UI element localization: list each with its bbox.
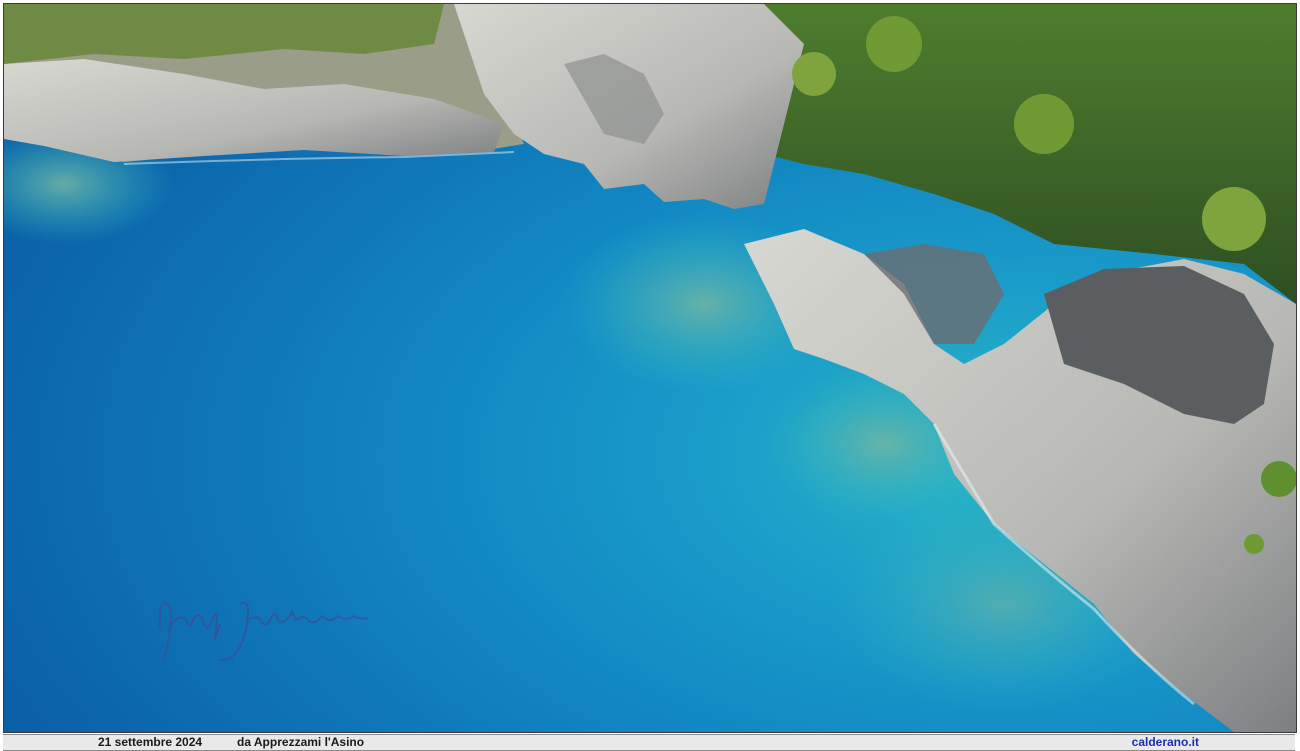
photo-frame [3, 3, 1297, 733]
caption-bar: 21 settembre 2024 da Apprezzami l'Asino … [3, 734, 1295, 751]
pine-tree [792, 52, 836, 96]
handwritten-signature-watermark [158, 601, 369, 662]
shrub [1244, 534, 1264, 554]
website-credit: calderano.it [1131, 735, 1199, 749]
shrub [1261, 461, 1296, 497]
photo-date: 21 settembre 2024 [98, 735, 203, 749]
pine-tree [866, 16, 922, 72]
pine-tree [1202, 187, 1266, 251]
photo-location: da Apprezzami l'Asino [237, 735, 365, 749]
pine-tree [1014, 94, 1074, 154]
